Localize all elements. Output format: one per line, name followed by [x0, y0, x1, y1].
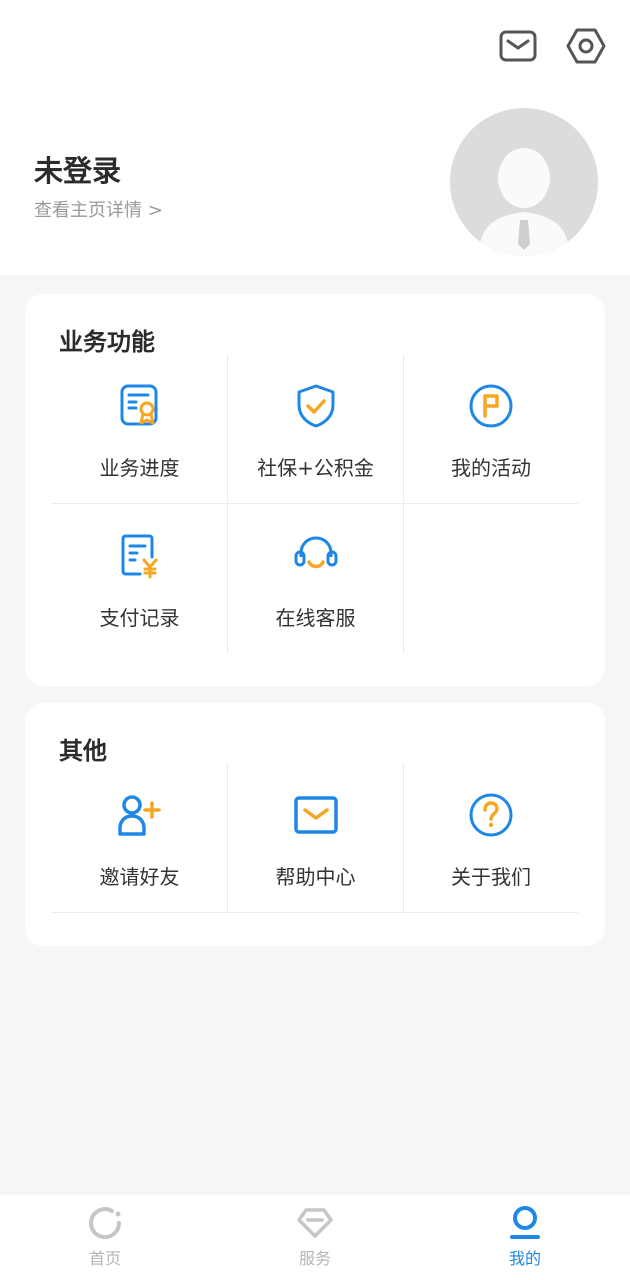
- menu-item-label: 我的活动: [451, 456, 531, 480]
- business-grid: 业务进度 社保+公积金 我的活动 支付记录 在线客服: [52, 354, 578, 654]
- grid-row: 邀请好友 帮助中心 关于我们: [52, 763, 578, 913]
- other-title: 其他: [59, 737, 107, 765]
- flag-circle-icon: [469, 384, 513, 428]
- menu-item-insurance[interactable]: 社保+公积金: [228, 354, 404, 504]
- certificate-icon: [120, 384, 157, 426]
- hexagon-gear-icon: [566, 28, 606, 64]
- tab-label: 服务: [298, 1249, 331, 1268]
- profile-icon: [510, 1206, 540, 1239]
- business-title: 业务功能: [59, 328, 155, 356]
- shield-check-icon: [297, 384, 334, 428]
- empty-cell: [404, 504, 578, 654]
- menu-item-progress[interactable]: 业务进度: [52, 354, 228, 504]
- menu-item-label: 邀请好友: [99, 865, 180, 889]
- profile-link[interactable]: 查看主页详情 >: [34, 196, 163, 222]
- add-user-icon: [117, 795, 161, 836]
- menu-item-label: 帮助中心: [275, 865, 356, 889]
- envelope-icon: [293, 796, 338, 834]
- menu-item-activity[interactable]: 我的活动: [404, 354, 578, 504]
- other-grid: 邀请好友 帮助中心 关于我们: [52, 763, 578, 913]
- business-card: 业务功能 业务进度 社保+公积金 我的活动 支付记录 在线客服: [25, 294, 605, 686]
- username[interactable]: 未登录: [34, 148, 121, 190]
- diamond-icon: [297, 1208, 333, 1238]
- menu-item-label: 在线客服: [275, 606, 356, 630]
- tab-home[interactable]: 首页: [0, 1195, 210, 1280]
- avatar[interactable]: [450, 108, 598, 256]
- menu-item-label: 支付记录: [99, 606, 180, 630]
- grid-row: 支付记录 在线客服: [52, 504, 578, 654]
- yuan-receipt-icon: [121, 534, 157, 579]
- default-avatar-icon: [450, 108, 598, 256]
- menu-item-customer-service[interactable]: 在线客服: [228, 504, 404, 654]
- menu-item-invite[interactable]: 邀请好友: [52, 763, 228, 913]
- tab-service[interactable]: 服务: [210, 1195, 420, 1280]
- bottom-tab-bar: 首页 服务 我的: [0, 1195, 630, 1280]
- menu-item-label: 业务进度: [99, 456, 180, 480]
- mail-icon: [499, 30, 537, 62]
- headset-icon: [294, 536, 337, 569]
- question-circle-icon: [469, 793, 513, 837]
- menu-item-about[interactable]: 关于我们: [404, 763, 578, 913]
- menu-item-help[interactable]: 帮助中心: [228, 763, 404, 913]
- tab-label: 首页: [88, 1249, 121, 1268]
- home-ring-icon: [89, 1207, 122, 1240]
- tab-mine[interactable]: 我的: [420, 1195, 630, 1280]
- tab-label: 我的: [508, 1249, 541, 1268]
- other-card: 其他 邀请好友 帮助中心 关于我们: [25, 703, 605, 946]
- message-button[interactable]: [496, 24, 540, 68]
- menu-item-payments[interactable]: 支付记录: [52, 504, 228, 654]
- menu-item-label: 社保+公积金: [257, 456, 374, 480]
- grid-row: 业务进度 社保+公积金 我的活动: [52, 354, 578, 504]
- profile-header: 未登录 查看主页详情 >: [0, 0, 630, 275]
- menu-item-label: 关于我们: [451, 865, 531, 889]
- settings-button[interactable]: [564, 24, 608, 68]
